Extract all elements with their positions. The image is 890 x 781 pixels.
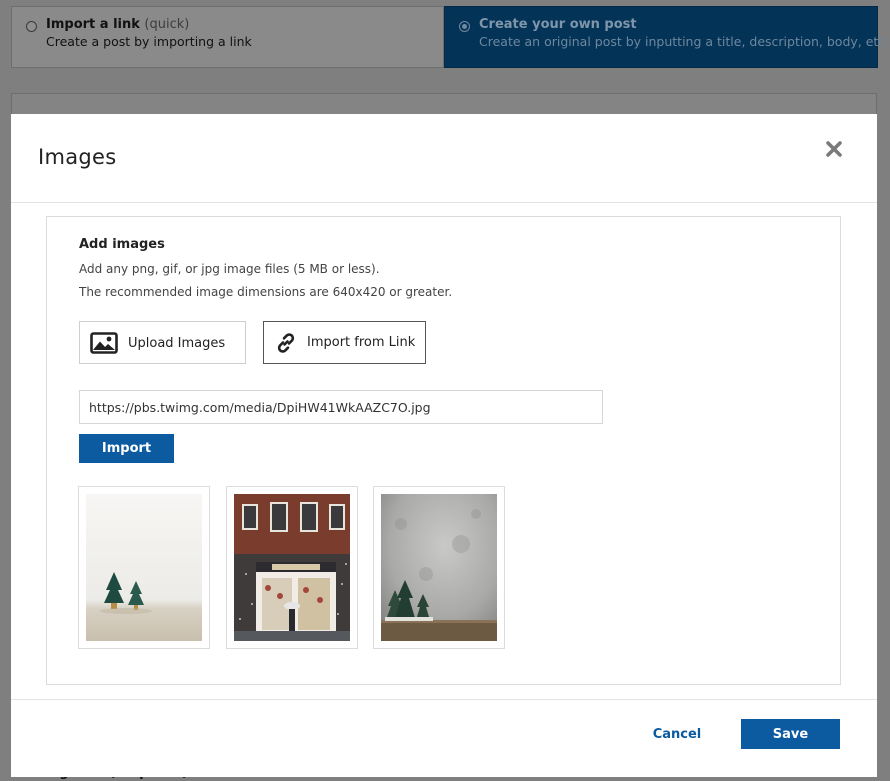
create-own-post-description: Create an original post by inputting a t… [479, 34, 890, 49]
dimensions-help-text: The recommended image dimensions are 640… [79, 285, 453, 299]
image-url-input[interactable] [79, 390, 603, 424]
import-link-option[interactable]: Import a link (quick) Create a post by i… [11, 6, 444, 68]
footer-divider [11, 699, 877, 700]
add-images-heading: Add images [79, 237, 165, 252]
add-images-panel: Add images Add any png, gif, or jpg imag… [46, 216, 841, 685]
image-icon [90, 331, 118, 354]
upload-images-button[interactable]: Upload Images [79, 321, 246, 364]
file-type-help-text: Add any png, gif, or jpg image files (5 … [79, 262, 380, 276]
image-thumbnail-1[interactable] [78, 486, 210, 649]
page: Import a link (quick) Create a post by i… [0, 0, 890, 781]
link-icon [277, 332, 295, 353]
modal-title: Images [38, 145, 117, 169]
upload-images-label: Upload Images [128, 336, 226, 351]
create-own-post-title: Create your own post [479, 17, 637, 32]
close-button[interactable] [821, 136, 847, 162]
image-thumbnail-2[interactable] [226, 486, 358, 649]
save-button[interactable]: Save [741, 719, 840, 749]
cancel-button[interactable]: Cancel [636, 719, 718, 749]
pine-trees-snow-white-image [86, 494, 202, 641]
images-modal: Images Add images Add any png, gif, or j… [11, 114, 877, 777]
import-link-title: Import a link (quick) [46, 17, 190, 32]
close-icon [826, 141, 842, 157]
import-link-description: Create a post by importing a link [46, 34, 252, 49]
create-own-post-radio[interactable] [459, 21, 470, 32]
import-from-link-button[interactable]: Import from Link [263, 321, 426, 364]
pine-trees-concrete-wall-image [381, 494, 497, 641]
header-divider [11, 202, 877, 203]
import-from-link-label: Import from Link [307, 335, 416, 350]
create-own-post-option[interactable]: Create your own post Create an original … [444, 6, 890, 68]
image-thumbnail-3[interactable] [373, 486, 505, 649]
import-button[interactable]: Import [79, 434, 174, 463]
import-link-radio[interactable] [26, 21, 37, 32]
storefront-snowy-street-image [234, 494, 350, 641]
